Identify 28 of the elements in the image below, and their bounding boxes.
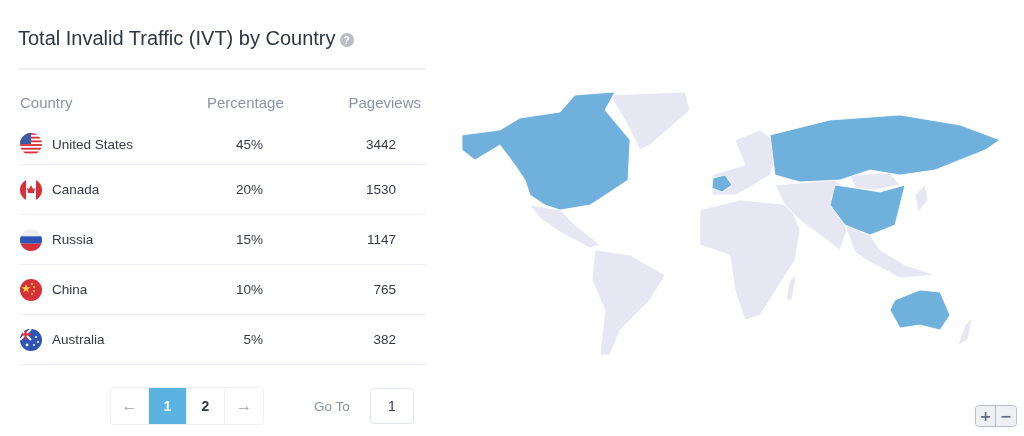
pageviews-cell-text: 765: [372, 282, 397, 297]
flag-icon: [20, 278, 42, 301]
flag-icon: [20, 328, 42, 351]
country-name: Russia: [52, 232, 94, 247]
percentage-cell-text: 45%: [234, 136, 264, 152]
percentage-cell-text: 10%: [234, 282, 264, 297]
flag-icon: [20, 133, 42, 155]
column-header: Percentage: [206, 93, 285, 111]
column-header: Country: [19, 93, 74, 111]
flag-icon: [20, 228, 42, 251]
pageviews-cell-text: 3442: [364, 136, 397, 152]
country-name: China: [52, 282, 88, 297]
go-to-label: Go To: [314, 398, 350, 414]
pageviews-cell-text: 382: [372, 332, 397, 347]
column-header: Pageviews: [347, 93, 422, 111]
page-input-field[interactable]: 1: [369, 388, 414, 424]
card-title: Total Invalid Traffic (IVT) by Country: [18, 26, 336, 50]
percentage-cell-text: 15%: [234, 232, 264, 247]
flag-icon: [20, 178, 42, 201]
pageviews-cell-text: 1530: [364, 182, 397, 197]
previous-page-button[interactable]: ←: [111, 388, 149, 424]
country-name: Canada: [52, 182, 100, 197]
pageviews-cell-text: 1147: [365, 232, 397, 247]
percentage-cell-text: 20%: [234, 182, 264, 197]
percentage-cell-text: 5%: [242, 332, 264, 347]
zoom-in-button[interactable]: +: [976, 406, 996, 426]
country-name: United States: [52, 136, 134, 152]
country-name: Australia: [52, 332, 105, 347]
